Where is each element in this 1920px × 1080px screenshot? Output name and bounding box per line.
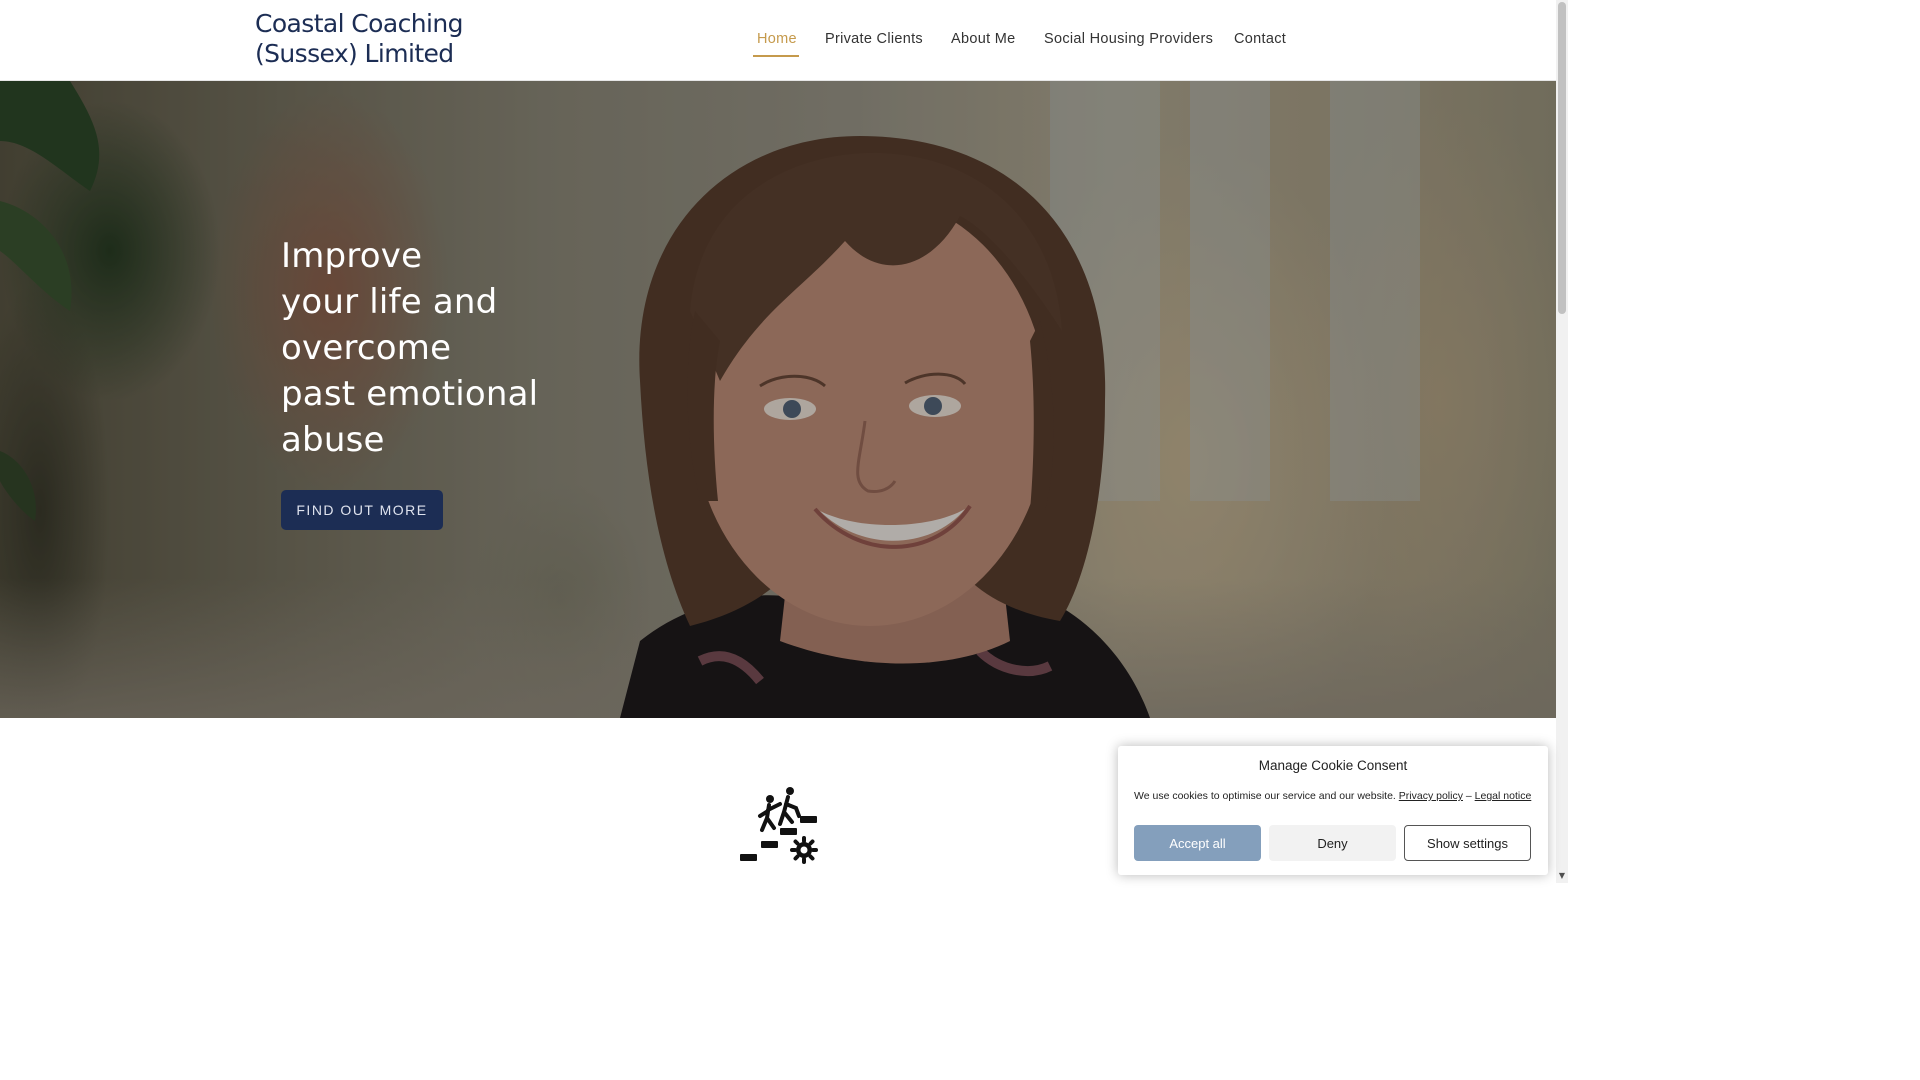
deny-button[interactable]: Deny	[1269, 825, 1396, 861]
hero-heading-line: past emotional	[281, 374, 539, 414]
nav-item-home[interactable]: Home	[757, 31, 797, 47]
cookie-message: We use cookies to optimise our service a…	[1134, 790, 1534, 802]
hero-heading-line: overcome	[281, 328, 452, 368]
hero-heading: Improve your life and overcome past emot…	[281, 233, 601, 463]
nav-item-about-me[interactable]: About Me	[951, 31, 1015, 47]
main-nav: Home Private Clients About Me Social Hou…	[0, 0, 1556, 81]
accept-all-button[interactable]: Accept all	[1134, 825, 1261, 861]
cookie-link-separator: –	[1465, 790, 1472, 802]
cookie-consent-banner: Manage Cookie Consent We use cookies to …	[1118, 746, 1548, 875]
find-out-more-button[interactable]: FIND OUT MORE	[281, 490, 443, 530]
hero-heading-line: your life and	[281, 282, 498, 322]
site-header: Coastal Coaching (Sussex) Limited Home P…	[0, 0, 1556, 81]
hero-heading-line: Improve	[281, 236, 423, 276]
hero-heading-line: abuse	[281, 420, 385, 460]
nav-item-contact[interactable]: Contact	[1234, 31, 1286, 47]
cookie-text: We use cookies to optimise our service a…	[1134, 790, 1396, 802]
legal-notice-link[interactable]: Legal notice	[1475, 790, 1532, 802]
scrollbar-thumb[interactable]	[1558, 2, 1566, 314]
cookie-title: Manage Cookie Consent	[1258, 758, 1408, 773]
nav-active-underline	[753, 55, 799, 57]
scroll-down-arrow-icon[interactable]: ▼	[1557, 870, 1567, 882]
hero-banner: Improve your life and overcome past emot…	[0, 81, 1556, 718]
hero-overlay	[0, 81, 1556, 718]
nav-item-private-clients[interactable]: Private Clients	[825, 31, 923, 47]
coaching-stairs-icon	[740, 787, 818, 864]
show-settings-button[interactable]: Show settings	[1404, 825, 1531, 861]
privacy-policy-link[interactable]: Privacy policy	[1399, 790, 1463, 802]
nav-item-social-housing-providers[interactable]: Social Housing Providers	[1044, 31, 1213, 47]
